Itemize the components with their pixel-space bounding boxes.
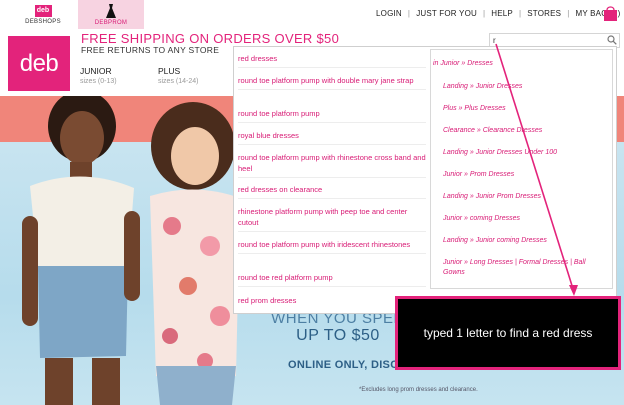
utility-nav: LOGIN | JUST FOR YOU | HELP | STORES | M…: [376, 9, 620, 18]
promo-headline: FREE SHIPPING ON ORDERS OVER $50: [81, 31, 340, 46]
nav-separator: |: [407, 9, 411, 18]
category-suggestion[interactable]: Landing » Junior coming Dresses: [443, 236, 608, 246]
category-suggestion[interactable]: Junior » Long Dresses | Formal Dresses |…: [443, 258, 608, 278]
term-suggestions-list: red dresses round toe platform pump with…: [234, 47, 429, 313]
dress-icon: [106, 3, 116, 18]
stores-link[interactable]: STORES: [527, 9, 561, 18]
term-suggestion[interactable]: red dresses: [238, 53, 426, 68]
hero-fine-print: *Excludes long prom dresses and clearanc…: [359, 387, 478, 393]
category-suggestion[interactable]: in Junior » Dresses: [433, 59, 598, 69]
tab-debprom[interactable]: DEBPROM: [78, 0, 144, 29]
help-link[interactable]: HELP: [491, 9, 513, 18]
annotation-text: typed 1 letter to find a red dress: [423, 326, 593, 340]
annotation-callout: typed 1 letter to find a red dress: [395, 296, 621, 370]
nav-separator: |: [518, 9, 522, 18]
nav-separator: |: [567, 9, 570, 18]
term-suggestion[interactable]: round toe platform pump: [238, 108, 426, 123]
category-suggestions-list: in Junior » Dresses Landing » Junior Dre…: [430, 49, 613, 289]
term-suggestion[interactable]: round toe platform pump with iridescent …: [238, 239, 426, 254]
search-suggestions-dropdown: red dresses round toe platform pump with…: [233, 46, 617, 314]
tab-debshops-label: DEBSHOPS: [25, 18, 61, 25]
term-suggestion[interactable]: round toe red platform pump: [238, 272, 426, 287]
nav-separator: |: [482, 9, 486, 18]
category-suggestion[interactable]: Landing » Junior Dresses Under 100: [443, 148, 608, 158]
category-junior-sizes: sizes (0-13): [80, 78, 117, 85]
just-for-you-link[interactable]: JUST FOR YOU: [416, 9, 477, 18]
category-junior-label: JUNIOR: [80, 66, 112, 76]
login-link[interactable]: LOGIN: [376, 9, 402, 18]
category-plus[interactable]: PLUS sizes (14-24): [158, 66, 198, 85]
promo-subline: FREE RETURNS TO ANY STORE: [81, 45, 220, 55]
shopping-bag-icon[interactable]: [603, 5, 618, 21]
category-junior[interactable]: JUNIOR sizes (0-13): [80, 66, 117, 85]
term-suggestion[interactable]: round toe platform pump with rhinestone …: [238, 152, 426, 178]
search-icon[interactable]: [607, 35, 617, 45]
category-suggestion[interactable]: Landing » Junior Dresses: [443, 82, 608, 92]
tab-debshops[interactable]: deb DEBSHOPS: [10, 0, 76, 29]
category-suggestion[interactable]: Landing » Junior Prom Dresses: [443, 192, 608, 202]
category-plus-label: PLUS: [158, 66, 181, 76]
term-suggestion[interactable]: red dresses on clearance: [238, 184, 426, 199]
term-suggestion[interactable]: round toe platform pump with double mary…: [238, 75, 426, 90]
category-suggestion[interactable]: Junior » coming Dresses: [443, 214, 608, 224]
term-suggestion[interactable]: royal blue dresses: [238, 130, 426, 145]
category-plus-sizes: sizes (14-24): [158, 78, 199, 85]
category-suggestion[interactable]: Clearance » Clearance Dresses: [443, 126, 608, 136]
deb-logo[interactable]: deb: [8, 36, 70, 91]
hero-promo-line2: UP TO $50: [296, 327, 380, 344]
category-suggestion[interactable]: Plus » Plus Dresses: [443, 104, 608, 114]
category-suggestion[interactable]: Junior » Prom Dresses: [443, 170, 608, 180]
term-suggestion[interactable]: rhinestone platform pump with peep toe a…: [238, 206, 426, 232]
tab-debprom-label: DEBPROM: [94, 19, 128, 26]
debshops-mini-logo: deb: [34, 4, 52, 17]
